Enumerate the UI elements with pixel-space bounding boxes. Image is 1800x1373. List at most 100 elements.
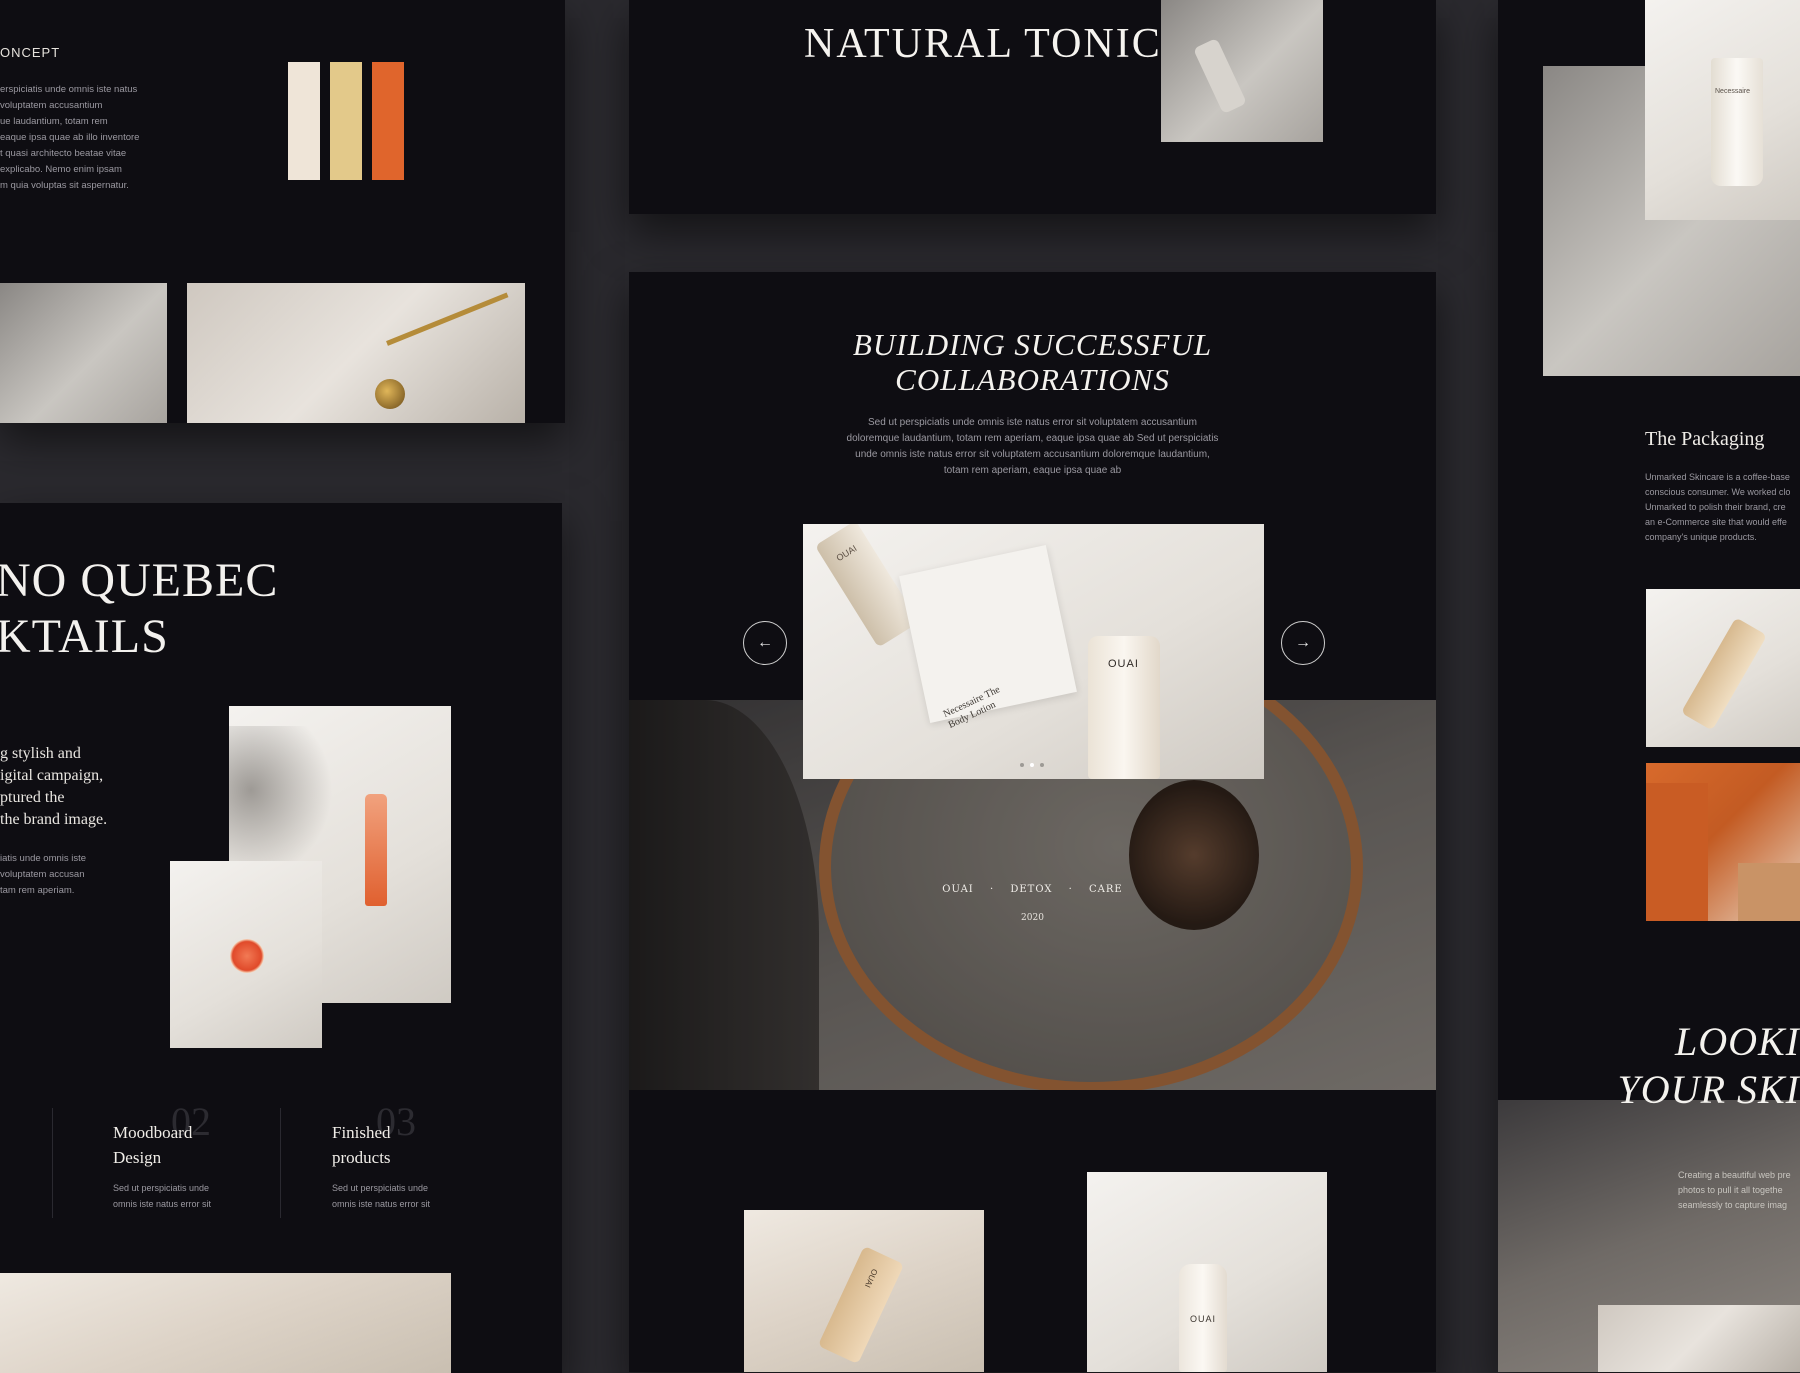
title-line: BUILDING SUCCESSFUL (852, 327, 1213, 362)
cocktail-photo (170, 861, 322, 1048)
brass-spoon-handle (386, 292, 509, 346)
concept-body: erspiciatis unde omnis iste natus volupt… (0, 82, 160, 194)
text-line: Sed ut perspiciatis unde (113, 1183, 210, 1193)
product-bottle: OUAI (1088, 636, 1160, 779)
text-line: Unmarked Skincare is a coffee-base (1645, 472, 1790, 482)
text-line: eaque ipsa quae ab illo inventore (0, 132, 140, 143)
product-bottle (1680, 617, 1768, 731)
tag-separator: · (989, 884, 995, 895)
rose-bottle (365, 794, 387, 906)
text-line: igital campaign, (0, 767, 104, 784)
text-line: ptured the (0, 789, 65, 806)
tube-label: Necessaire (1715, 88, 1751, 95)
orange-box (1646, 783, 1708, 921)
slide-title: NATURAL TONIC (804, 21, 1162, 67)
tan-box (1738, 863, 1800, 921)
books-photo (1646, 763, 1800, 921)
text-line: unde omnis iste natus error sit voluptat… (855, 449, 1210, 460)
color-swatch (330, 62, 362, 180)
product-photo (1161, 0, 1323, 142)
tag: CARE (1089, 884, 1123, 895)
carousel-prev-button[interactable]: ← (743, 621, 787, 665)
intro-text: g stylish and igital campaign, ptured th… (0, 743, 107, 831)
carousel-dot[interactable] (1020, 763, 1024, 767)
bottle-label: OUAI (1190, 1314, 1217, 1324)
text-line: omnis iste natus error sit (332, 1199, 431, 1209)
title-line: Moodboard (113, 1123, 193, 1142)
title-line: Design (113, 1148, 162, 1167)
text-line: totam rem aperiam, eaque ipsa quae ab (943, 465, 1122, 476)
text-line: iatis unde omnis iste (0, 853, 87, 864)
text-line: voluptatem accusantium (0, 100, 103, 111)
title-line: COLLABORATIONS (895, 362, 1170, 397)
section-title: The Packaging (1645, 428, 1765, 450)
arrow-left-icon: ← (757, 634, 773, 651)
feature-title: Moodboard Design (113, 1120, 192, 1170)
text-line: g stylish and (0, 745, 81, 762)
feature-title: Finished products (332, 1120, 391, 1170)
text-line: explicabo. Nemo enim ipsam (0, 164, 122, 175)
tube-photo: Necessaire (1645, 0, 1800, 220)
text-line: photos to pull it all togethe (1678, 1185, 1783, 1195)
title-line: YOUR SKI (1617, 1067, 1800, 1112)
text-line: m quia voluptas sit aspernatur. (0, 180, 129, 191)
tag-row: OUAI · DETOX · CARE (629, 884, 1436, 895)
product-bottle: OUAI (817, 1245, 905, 1365)
feature-finished-products: 03 Finished products Sed ut perspiciatis… (280, 1099, 501, 1218)
text-line: ue laudantium, totam rem (0, 116, 108, 127)
grapefruit-slice (230, 939, 264, 973)
color-swatch (372, 62, 404, 180)
bottle-label: OUAI (1108, 658, 1139, 670)
brass-spoon-bowl (375, 379, 405, 409)
feature-desc: Sed ut perspiciatis unde omnis iste natu… (113, 1180, 211, 1212)
text-line: Sed ut perspiciatis unde omnis iste natu… (867, 417, 1198, 428)
natural-tonic-slide: NATURAL TONIC (629, 0, 1436, 214)
feature-moodboard: 02 Moodboard Design Sed ut perspiciatis … (52, 1099, 253, 1218)
spoon-photo (187, 283, 525, 423)
text-line: doloremque laudantium, totam rem aperiam… (846, 433, 1219, 444)
carousel-next-button[interactable]: → (1281, 621, 1325, 665)
text-line: the brand image. (0, 811, 108, 828)
text-line: Unmarked to polish their brand, cre (1645, 502, 1786, 512)
color-swatch (288, 62, 320, 180)
text-line: Sed ut perspiciatis unde (332, 1183, 429, 1193)
year-label: 2020 (1021, 913, 1044, 923)
concept-slide: ONCEPT erspiciatis unde omnis iste natus… (0, 0, 565, 423)
text-line: voluptatem accusan (0, 869, 85, 880)
text-line: seamlessly to capture imag (1678, 1200, 1788, 1210)
section-label: ONCEPT (0, 45, 61, 60)
packaging-body: Unmarked Skincare is a coffee-base consc… (1645, 470, 1790, 545)
product-tube: Necessaire (1711, 58, 1763, 186)
tag-separator: · (1068, 884, 1073, 895)
carousel-dot[interactable] (1040, 763, 1044, 767)
product-bottle: OUAI (1179, 1264, 1227, 1372)
carousel-dot-active[interactable] (1030, 763, 1034, 767)
collaborations-slide: BUILDING SUCCESSFUL COLLABORATIONS Sed u… (629, 272, 1436, 1372)
title-line: Finished (332, 1123, 391, 1142)
product-photo-left: OUAI (744, 1210, 984, 1372)
section-big-title: LOOKI YOUR SKI (1618, 1018, 1800, 1114)
bottle-photo (1646, 589, 1800, 747)
feature-desc: Sed ut perspiciatis unde omnis iste natu… (332, 1180, 430, 1212)
slide-title: NO QUEBEC KTAILS (0, 553, 278, 665)
title-line: LOOKI (1674, 1019, 1800, 1064)
bottom-plant-photo (0, 1273, 451, 1373)
product-photo-right: OUAI (1087, 1172, 1327, 1372)
text-line: omnis iste natus error sit (113, 1199, 212, 1209)
body-text: iatis unde omnis iste voluptatem accusan… (0, 851, 86, 899)
text-line: tam rem aperiam. (0, 885, 75, 896)
text-line: company's unique products. (1645, 532, 1757, 542)
arrow-right-icon: → (1295, 634, 1311, 651)
carousel-image[interactable]: OUAI Necessaire The Body Lotion OUAI (803, 524, 1264, 779)
hand-product-photo (1598, 1305, 1800, 1372)
title-line: NO QUEBEC (0, 554, 279, 607)
tube-label: OUAI (834, 543, 859, 564)
slide-body: Sed ut perspiciatis unde omnis iste natu… (629, 415, 1436, 479)
caption-text: Creating a beautiful web pre photos to p… (1678, 1168, 1791, 1213)
text-line: Creating a beautiful web pre (1678, 1170, 1791, 1180)
product-tube (1193, 37, 1247, 115)
text-line: an e-Commerce site that would effe (1645, 517, 1787, 527)
tag: DETOX (1010, 884, 1053, 895)
title-line: products (332, 1148, 391, 1167)
bottle-label: OUAI (862, 1267, 880, 1289)
